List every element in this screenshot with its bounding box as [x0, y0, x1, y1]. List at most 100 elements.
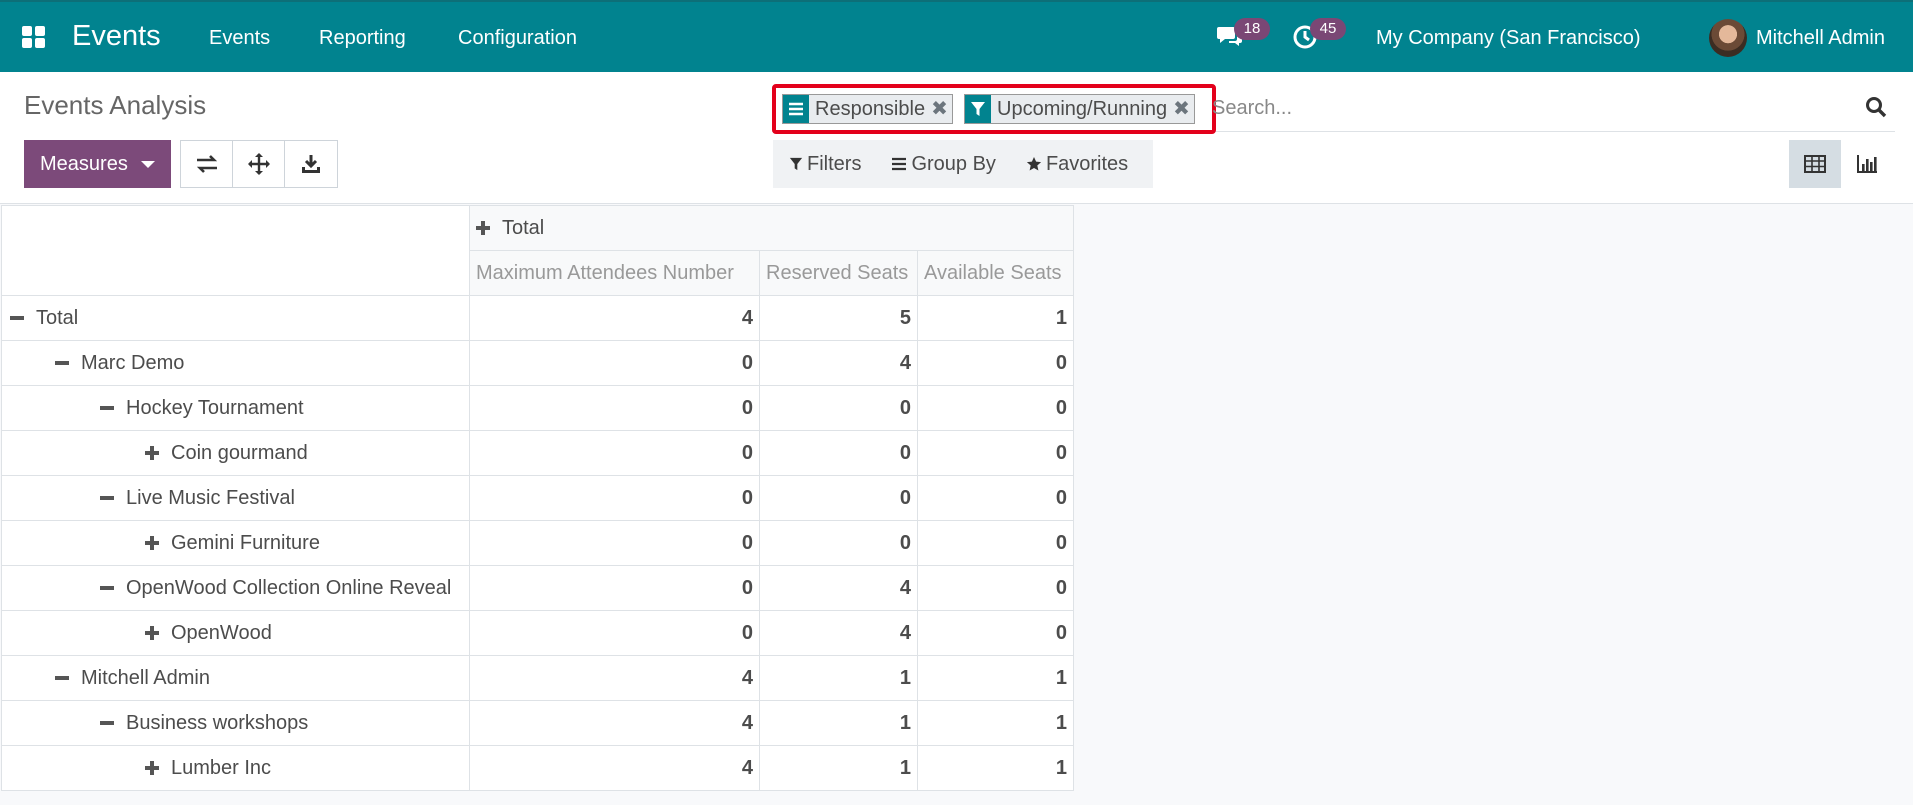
cell-value[interactable]: 1 [759, 745, 918, 791]
app-menu-grid-icon[interactable] [22, 26, 48, 50]
row-header[interactable]: Total [1, 295, 470, 341]
menu-reporting[interactable]: Reporting [319, 27, 406, 50]
measures-button[interactable]: Measures [24, 140, 171, 188]
row-header[interactable]: Business workshops [1, 700, 470, 746]
group-by-icon [783, 95, 809, 123]
facets-highlight: Responsible ✖ Upcoming/Running ✖ [772, 84, 1216, 134]
cell-value[interactable]: 0 [917, 385, 1074, 431]
cell-value[interactable]: 0 [759, 520, 918, 566]
menu-configuration[interactable]: Configuration [458, 27, 577, 50]
remove-facet-icon[interactable]: ✖ [1173, 95, 1194, 123]
cell-value[interactable]: 4 [759, 610, 918, 656]
cell-value[interactable]: 4 [469, 655, 760, 701]
row-label: OpenWood Collection Online Reveal [126, 576, 452, 599]
download-button[interactable] [285, 141, 337, 187]
table-row: Business workshops 4 1 1 [1, 700, 1074, 746]
cell-value[interactable]: 4 [469, 745, 760, 791]
control-panel: Events Analysis Measures Responsible ✖ U… [0, 72, 1913, 204]
star-icon [1026, 157, 1042, 171]
table-row: Marc Demo 0 4 0 [1, 340, 1074, 386]
table-row: OpenWood 0 4 0 [1, 610, 1074, 656]
search-input[interactable] [1212, 92, 1852, 124]
cell-value[interactable]: 0 [469, 475, 760, 521]
cell-value[interactable]: 0 [469, 565, 760, 611]
row-label: Gemini Furniture [171, 531, 320, 554]
remove-facet-icon[interactable]: ✖ [931, 95, 952, 123]
facet-label: Upcoming/Running [997, 98, 1168, 120]
cell-value[interactable]: 0 [759, 475, 918, 521]
cell-value[interactable]: 0 [917, 340, 1074, 386]
collapse-icon [100, 586, 114, 591]
measure-header[interactable]: Reserved Seats [759, 250, 918, 296]
pivot-view-button[interactable] [1789, 140, 1841, 188]
table-row: Mitchell Admin 4 1 1 [1, 655, 1074, 701]
measures-label: Measures [40, 153, 128, 175]
row-label: OpenWood [171, 621, 272, 644]
expand-all-button[interactable] [233, 141, 285, 187]
row-header[interactable]: OpenWood Collection Online Reveal [1, 565, 470, 611]
measure-header[interactable]: Available Seats [917, 250, 1074, 296]
cell-value[interactable]: 0 [469, 385, 760, 431]
search-icon[interactable] [1865, 96, 1887, 118]
row-header[interactable]: Hockey Tournament [1, 385, 470, 431]
messages-button[interactable]: 18 [1216, 18, 1270, 54]
messages-count-badge: 18 [1234, 18, 1270, 40]
filter-icon [965, 95, 991, 123]
user-menu[interactable]: Mitchell Admin [1756, 27, 1885, 50]
cell-value[interactable]: 1 [759, 700, 918, 746]
cell-value[interactable]: 0 [469, 610, 760, 656]
table-row: Live Music Festival 0 0 0 [1, 475, 1074, 521]
flip-axis-button[interactable] [181, 141, 233, 187]
bar-chart-icon [1857, 155, 1877, 173]
cell-value[interactable]: 0 [917, 565, 1074, 611]
cell-value[interactable]: 0 [917, 475, 1074, 521]
cell-value[interactable]: 4 [759, 565, 918, 611]
facet-responsible[interactable]: Responsible ✖ [782, 94, 953, 124]
facet-label: Responsible [815, 98, 926, 120]
user-avatar[interactable] [1709, 19, 1747, 57]
filters-dropdown[interactable]: Filters [789, 153, 861, 176]
cell-value[interactable]: 0 [469, 520, 760, 566]
cell-value[interactable]: 0 [469, 430, 760, 476]
cell-value[interactable]: 0 [759, 385, 918, 431]
col-header-total[interactable]: Total [469, 205, 1074, 251]
row-header[interactable]: Coin gourmand [1, 430, 470, 476]
cell-value[interactable]: 1 [917, 295, 1074, 341]
expand-icon [145, 535, 159, 550]
view-switcher [1789, 140, 1893, 188]
cell-value[interactable]: 0 [917, 610, 1074, 656]
row-header[interactable]: Gemini Furniture [1, 520, 470, 566]
cell-value[interactable]: 1 [759, 655, 918, 701]
cell-value[interactable]: 1 [917, 700, 1074, 746]
cell-value[interactable]: 0 [469, 340, 760, 386]
cell-value[interactable]: 4 [759, 340, 918, 386]
filter-icon [789, 157, 803, 171]
row-header[interactable]: Live Music Festival [1, 475, 470, 521]
row-header[interactable]: OpenWood [1, 610, 470, 656]
table-row: Coin gourmand 0 0 0 [1, 430, 1074, 476]
facet-upcoming-running[interactable]: Upcoming/Running ✖ [964, 94, 1195, 124]
app-name[interactable]: Events [72, 20, 161, 53]
cell-value[interactable]: 0 [917, 430, 1074, 476]
row-header[interactable]: Marc Demo [1, 340, 470, 386]
row-label: Mitchell Admin [81, 666, 210, 689]
groupby-dropdown[interactable]: Group By [891, 153, 996, 176]
graph-view-button[interactable] [1841, 140, 1893, 188]
row-header[interactable]: Mitchell Admin [1, 655, 470, 701]
row-label: Live Music Festival [126, 486, 295, 509]
menu-events[interactable]: Events [209, 27, 270, 50]
cell-value[interactable]: 5 [759, 295, 918, 341]
cell-value[interactable]: 0 [759, 430, 918, 476]
row-header[interactable]: Lumber Inc [1, 745, 470, 791]
pivot-table: Total Maximum Attendees Number Reserved … [1, 205, 1074, 791]
favorites-label: Favorites [1045, 152, 1129, 175]
cell-value[interactable]: 1 [917, 655, 1074, 701]
cell-value[interactable]: 4 [469, 295, 760, 341]
cell-value[interactable]: 4 [469, 700, 760, 746]
company-switcher[interactable]: My Company (San Francisco) [1376, 27, 1641, 50]
activities-button[interactable]: 45 [1292, 18, 1346, 54]
measure-header[interactable]: Maximum Attendees Number [469, 250, 760, 296]
favorites-dropdown[interactable]: Favorites [1026, 153, 1128, 176]
cell-value[interactable]: 0 [917, 520, 1074, 566]
cell-value[interactable]: 1 [917, 745, 1074, 791]
